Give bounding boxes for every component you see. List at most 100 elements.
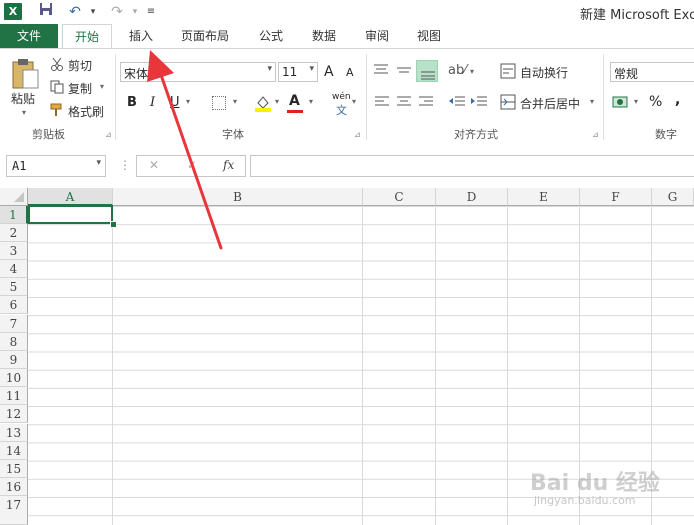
undo-dropdown-icon[interactable]: ▾ xyxy=(84,2,102,22)
row-header-6[interactable]: 6 xyxy=(0,296,28,314)
paste-dropdown-icon[interactable]: ▾ xyxy=(22,108,26,117)
tab-review[interactable]: 审阅 xyxy=(356,24,398,49)
active-cell-a1[interactable] xyxy=(28,205,113,224)
format-painter-icon xyxy=(50,103,64,117)
column-header-g[interactable]: G xyxy=(652,188,694,206)
column-header-e[interactable]: E xyxy=(508,188,580,206)
align-top-icon[interactable] xyxy=(373,63,389,77)
fill-handle[interactable] xyxy=(110,221,117,228)
font-color-swatch xyxy=(287,110,303,113)
row-header-17[interactable]: 17 xyxy=(0,496,28,525)
fill-color-icon[interactable] xyxy=(254,94,272,112)
alignment-group-label: 对齐方式 xyxy=(454,128,498,141)
orientation-icon[interactable]: ab⁄ xyxy=(448,63,466,78)
customize-qat-icon[interactable]: ≡ xyxy=(142,2,160,22)
row-header-7[interactable]: 7 xyxy=(0,315,28,333)
chevron-down-icon[interactable]: ▾ xyxy=(96,158,101,168)
font-size-combo[interactable]: 11 ▾ xyxy=(278,62,318,82)
tab-view[interactable]: 视图 xyxy=(408,24,450,49)
formula-bar-resize-icon[interactable]: ⋮ xyxy=(119,158,131,172)
cut-button[interactable]: 剪切 xyxy=(68,57,92,74)
insert-function-button[interactable]: fx xyxy=(223,158,234,172)
column-header-f[interactable]: F xyxy=(580,188,652,206)
borders-icon[interactable] xyxy=(212,96,226,110)
clipboard-group-label: 剪贴板 xyxy=(32,128,65,141)
select-all-corner[interactable] xyxy=(0,188,28,206)
column-header-c[interactable]: C xyxy=(363,188,436,206)
enter-icon[interactable]: ✓ xyxy=(187,158,197,172)
underline-button[interactable]: U xyxy=(170,95,180,110)
row-header-8[interactable]: 8 xyxy=(0,333,28,351)
align-left-icon[interactable] xyxy=(374,95,390,109)
formula-buttons: ✕ ✓ fx xyxy=(136,155,246,177)
phonetic-icon: 文 xyxy=(336,104,347,117)
save-icon[interactable] xyxy=(37,2,55,22)
format-painter-button[interactable]: 格式刷 xyxy=(68,103,104,120)
row-header-16[interactable]: 16 xyxy=(0,478,28,496)
row-header-2[interactable]: 2 xyxy=(0,224,28,242)
merge-center-button[interactable]: 合并后居中 xyxy=(520,95,580,112)
row-header-13[interactable]: 13 xyxy=(0,424,28,442)
comma-style-button[interactable]: , xyxy=(675,92,680,108)
row-header-1[interactable]: 1 xyxy=(0,206,28,224)
fill-color-dropdown-icon[interactable]: ▾ xyxy=(275,97,279,106)
row-header-11[interactable]: 11 xyxy=(0,387,28,405)
phonetic-button[interactable]: wén xyxy=(332,92,351,102)
font-color-dropdown-icon[interactable]: ▾ xyxy=(309,97,313,106)
row-header-15[interactable]: 15 xyxy=(0,460,28,478)
merge-dropdown-icon[interactable]: ▾ xyxy=(590,97,594,106)
align-right-icon[interactable] xyxy=(418,95,434,109)
bold-button[interactable]: B xyxy=(127,95,137,110)
column-header-b[interactable]: B xyxy=(113,188,363,206)
underline-dropdown-icon[interactable]: ▾ xyxy=(186,97,190,106)
align-center-icon[interactable] xyxy=(396,95,412,109)
row-header-14[interactable]: 14 xyxy=(0,442,28,460)
alignment-dialog-launcher-icon[interactable]: ⊿ xyxy=(592,130,599,139)
wrap-text-button[interactable]: 自动换行 xyxy=(520,64,568,81)
italic-button[interactable]: I xyxy=(150,95,155,110)
font-dialog-launcher-icon[interactable]: ⊿ xyxy=(354,130,361,139)
undo-icon[interactable]: ↶ xyxy=(66,2,84,22)
column-header-d[interactable]: D xyxy=(436,188,508,206)
copy-dropdown-icon[interactable]: ▾ xyxy=(100,82,104,91)
cancel-icon[interactable]: ✕ xyxy=(149,158,159,172)
tab-file[interactable]: 文件 xyxy=(0,24,58,49)
shrink-font-button[interactable]: A xyxy=(346,66,354,79)
tab-data[interactable]: 数据 xyxy=(304,24,344,49)
column-header-a[interactable]: A xyxy=(28,188,113,206)
formula-input[interactable] xyxy=(250,155,694,177)
row-header-5[interactable]: 5 xyxy=(0,278,28,296)
row-header-3[interactable]: 3 xyxy=(0,242,28,260)
column-gridline xyxy=(362,206,363,525)
borders-dropdown-icon[interactable]: ▾ xyxy=(233,97,237,106)
align-bottom-button[interactable] xyxy=(416,60,438,82)
number-group-label: 数字 xyxy=(655,128,677,141)
row-header-12[interactable]: 12 xyxy=(0,405,28,423)
align-middle-icon[interactable] xyxy=(396,63,412,77)
number-format-combo[interactable]: 常规 xyxy=(610,62,694,82)
clipboard-dialog-launcher-icon[interactable]: ⊿ xyxy=(105,130,112,139)
name-box[interactable]: A1 ▾ xyxy=(6,155,106,177)
phonetic-dropdown-icon[interactable]: ▾ xyxy=(352,97,356,106)
tab-insert[interactable]: 插入 xyxy=(118,24,164,49)
cut-icon xyxy=(50,57,64,71)
percent-style-button[interactable]: % xyxy=(649,94,662,110)
font-name-combo[interactable]: 宋体 ▾ xyxy=(120,62,276,82)
redo-icon[interactable]: ↷ xyxy=(108,2,126,22)
copy-button[interactable]: 复制 xyxy=(68,80,92,97)
paste-button[interactable]: 粘贴 xyxy=(11,90,35,107)
grow-font-button[interactable]: A xyxy=(324,64,334,80)
tab-formulas[interactable]: 公式 xyxy=(250,24,292,49)
accounting-dropdown-icon[interactable]: ▾ xyxy=(634,97,638,106)
tab-page-layout[interactable]: 页面布局 xyxy=(174,24,236,49)
tab-home[interactable]: 开始 xyxy=(62,24,112,49)
paste-icon[interactable] xyxy=(10,58,40,90)
font-color-button[interactable]: A xyxy=(289,93,300,109)
decrease-indent-icon[interactable] xyxy=(448,95,466,109)
row-header-10[interactable]: 10 xyxy=(0,369,28,387)
increase-indent-icon[interactable] xyxy=(470,95,488,109)
orientation-dropdown-icon[interactable]: ▾ xyxy=(470,67,474,76)
row-header-4[interactable]: 4 xyxy=(0,260,28,278)
accounting-format-icon[interactable] xyxy=(612,94,630,110)
row-header-9[interactable]: 9 xyxy=(0,351,28,369)
